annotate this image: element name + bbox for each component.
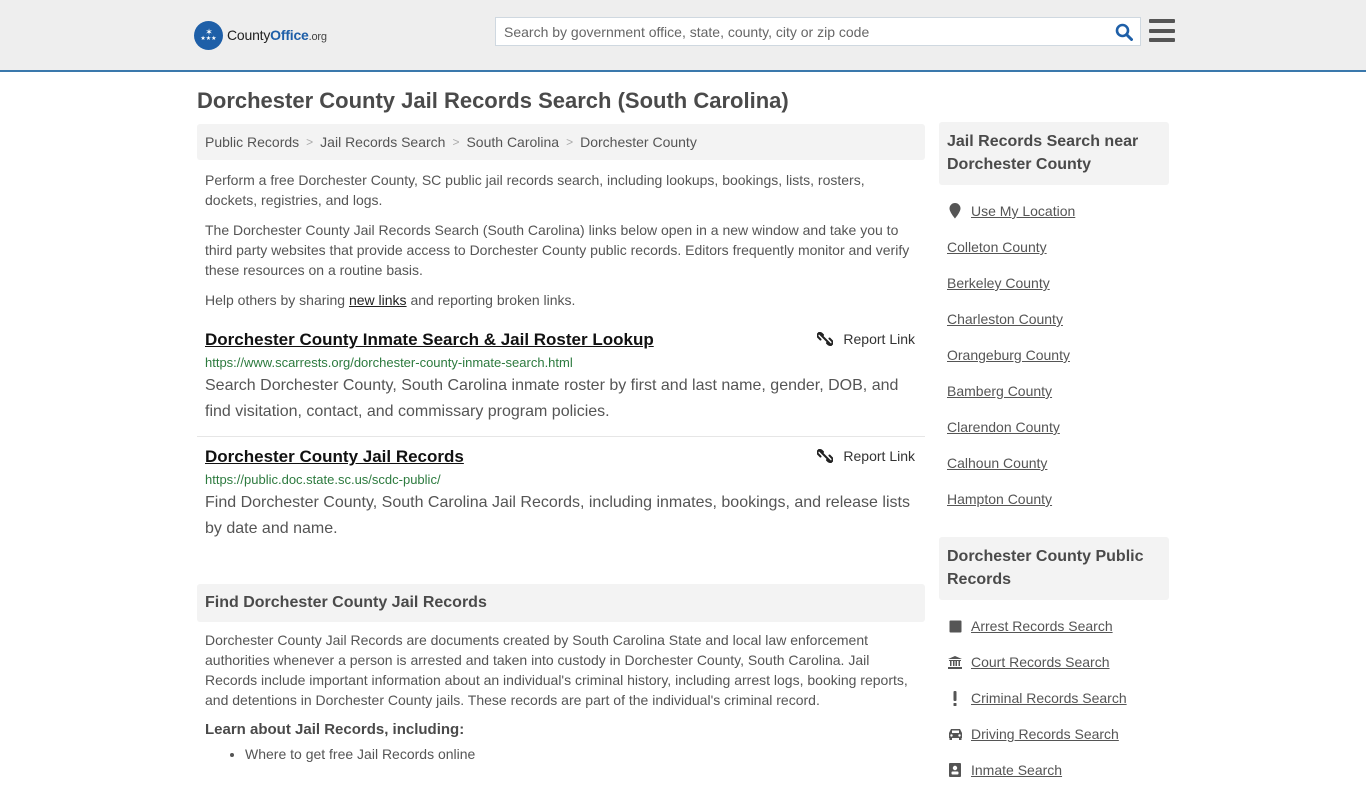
nearby-county-link[interactable]: Charleston County	[947, 311, 1063, 327]
main-content: Public Records > Jail Records Search > S…	[197, 124, 925, 762]
new-links-link[interactable]: new links	[349, 292, 407, 308]
nearby-county-item: Orangeburg County	[947, 337, 1161, 373]
sidebar: Jail Records Search near Dorchester Coun…	[939, 122, 1169, 788]
learn-list-item: Where to get free Jail Records online	[245, 746, 917, 762]
report-link-label: Report Link	[843, 448, 915, 464]
eagle-stars-logo-icon: ✶ ★★★	[194, 20, 223, 50]
find-section-heading: Find Dorchester County Jail Records	[197, 584, 925, 622]
car-icon	[947, 728, 963, 740]
criminal-records-link[interactable]: Criminal Records Search	[971, 690, 1127, 706]
report-link-button[interactable]: Report Link	[817, 331, 915, 347]
nearby-list: Use My Location Colleton County Berkeley…	[939, 193, 1169, 517]
breadcrumb-jail-records-search[interactable]: Jail Records Search	[320, 134, 445, 150]
disclaimer-paragraph: The Dorchester County Jail Records Searc…	[205, 222, 910, 278]
public-records-heading: Dorchester County Public Records	[939, 537, 1169, 600]
inmate-search-link[interactable]: Inmate Search	[971, 762, 1062, 778]
intro: Perform a free Dorchester County, SC pub…	[197, 170, 925, 310]
breadcrumb-separator: >	[566, 135, 574, 149]
hamburger-menu-icon[interactable]	[1149, 19, 1175, 42]
find-section-paragraph: Dorchester County Jail Records are docum…	[205, 632, 908, 708]
result-url[interactable]: https://public.doc.state.sc.us/scdc-publ…	[205, 471, 917, 489]
search-box	[495, 17, 1141, 46]
report-link-button[interactable]: Report Link	[817, 448, 915, 464]
search-button[interactable]	[1108, 18, 1140, 45]
nearby-heading: Jail Records Search near Dorchester Coun…	[939, 122, 1169, 185]
result-url[interactable]: https://www.scarrests.org/dorchester-cou…	[205, 354, 917, 372]
court-records-link[interactable]: Court Records Search	[971, 654, 1110, 670]
result-item: Dorchester County Jail Records Report Li…	[197, 446, 925, 542]
nearby-county-link[interactable]: Orangeburg County	[947, 347, 1070, 363]
public-records-list: Arrest Records Search Court Records Sear…	[939, 608, 1169, 788]
result-title-link[interactable]: Dorchester County Jail Records	[205, 446, 464, 468]
menu-bar	[1149, 38, 1175, 42]
nearby-county-link[interactable]: Clarendon County	[947, 419, 1060, 435]
inmate-icon	[947, 763, 963, 777]
menu-bar	[1149, 19, 1175, 23]
site-header: ✶ ★★★ CountyOffice.org	[0, 0, 1366, 72]
public-record-item: Criminal Records Search	[947, 680, 1161, 716]
breadcrumb-separator: >	[306, 135, 314, 149]
broken-link-icon	[817, 332, 834, 346]
use-my-location-link[interactable]: Use My Location	[971, 203, 1075, 219]
search-icon	[1115, 23, 1133, 41]
result-description: Find Dorchester County, South Carolina J…	[205, 494, 910, 537]
learn-heading: Learn about Jail Records, including:	[205, 721, 465, 738]
nearby-county-link[interactable]: Berkeley County	[947, 275, 1050, 291]
nearby-county-link[interactable]: Colleton County	[947, 239, 1047, 255]
nearby-county-item: Colleton County	[947, 229, 1161, 265]
breadcrumb-dorchester-county[interactable]: Dorchester County	[580, 134, 697, 150]
result-item: Dorchester County Inmate Search & Jail R…	[197, 329, 925, 437]
nearby-county-item: Clarendon County	[947, 409, 1161, 445]
intro-paragraph: Perform a free Dorchester County, SC pub…	[205, 172, 865, 208]
arrest-records-link[interactable]: Arrest Records Search	[971, 618, 1113, 634]
nearby-county-item: Berkeley County	[947, 265, 1161, 301]
breadcrumb-south-carolina[interactable]: South Carolina	[466, 134, 559, 150]
public-record-item: Court Records Search	[947, 644, 1161, 680]
site-logo[interactable]: ✶ ★★★ CountyOffice.org	[194, 20, 327, 50]
nearby-county-item: Charleston County	[947, 301, 1161, 337]
search-input[interactable]	[496, 18, 1108, 45]
page-title: Dorchester County Jail Records Search (S…	[197, 88, 789, 113]
public-record-item: Inmate Search	[947, 752, 1161, 788]
find-section-body: Dorchester County Jail Records are docum…	[197, 630, 925, 762]
driving-records-link[interactable]: Driving Records Search	[971, 726, 1119, 742]
nearby-county-link[interactable]: Calhoun County	[947, 455, 1047, 471]
learn-list: Where to get free Jail Records online	[245, 746, 917, 762]
result-title-link[interactable]: Dorchester County Inmate Search & Jail R…	[205, 329, 654, 351]
nearby-county-item: Hampton County	[947, 481, 1161, 517]
nearby-county-item: Bamberg County	[947, 373, 1161, 409]
map-marker-icon	[947, 203, 963, 219]
nearby-county-link[interactable]: Bamberg County	[947, 383, 1052, 399]
report-link-label: Report Link	[843, 331, 915, 347]
breadcrumb-separator: >	[452, 135, 460, 149]
public-record-item: Arrest Records Search	[947, 608, 1161, 644]
nearby-county-link[interactable]: Hampton County	[947, 491, 1052, 507]
broken-link-icon	[817, 449, 834, 463]
logo-wordmark: CountyOffice.org	[227, 27, 327, 43]
share-links-paragraph: Help others by sharing new links and rep…	[205, 292, 576, 308]
nearby-county-item: Calhoun County	[947, 445, 1161, 481]
menu-bar	[1149, 28, 1175, 33]
breadcrumb: Public Records > Jail Records Search > S…	[197, 124, 925, 160]
courthouse-icon	[947, 655, 963, 669]
public-record-item: Driving Records Search	[947, 716, 1161, 752]
result-description: Search Dorchester County, South Carolina…	[205, 377, 899, 420]
exclamation-icon	[947, 690, 963, 706]
breadcrumb-public-records[interactable]: Public Records	[205, 134, 299, 150]
square-icon	[947, 620, 963, 633]
use-my-location-item: Use My Location	[947, 193, 1161, 229]
